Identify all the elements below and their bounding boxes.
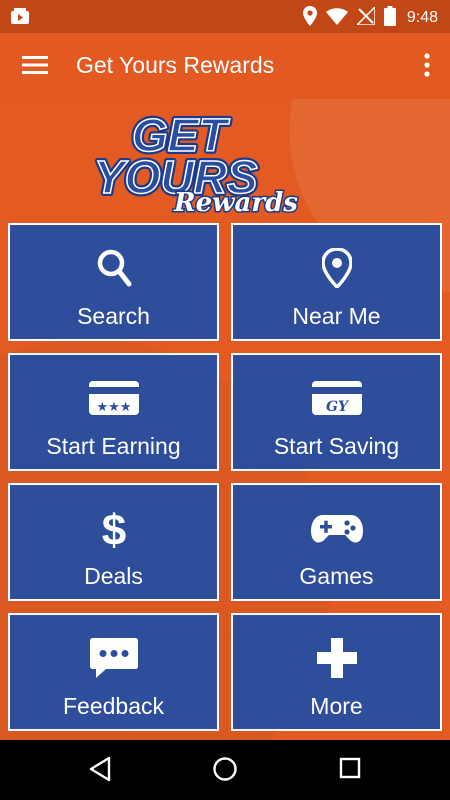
search-tile[interactable]: Search (8, 223, 219, 341)
gamepad-icon (310, 507, 363, 549)
location-status-icon (302, 6, 317, 30)
get-yours-rewards-logo: GET GET YOURS YOURS Rewards (90, 106, 340, 220)
status-bar: 9:48 (0, 0, 450, 33)
battery-icon (383, 6, 396, 30)
menu-grid: Search Near Me ★★★ Start Earning GY Star… (8, 223, 442, 731)
svg-text:$: $ (101, 507, 125, 549)
games-label: Games (299, 563, 374, 589)
app-bar: Get Yours Rewards (0, 33, 450, 99)
start-earning-label: Start Earning (46, 433, 181, 459)
chat-bubble-icon (89, 637, 138, 679)
wifi-icon (325, 7, 348, 29)
back-icon[interactable] (88, 756, 112, 786)
card-stars-icon: ★★★ (88, 377, 139, 419)
location-pin-icon (321, 247, 352, 289)
home-icon[interactable] (212, 756, 238, 786)
feedback-label: Feedback (62, 693, 164, 719)
near-me-tile[interactable]: Near Me (231, 223, 442, 341)
svg-text:Rewards: Rewards (173, 188, 298, 217)
games-tile[interactable]: Games (231, 483, 442, 601)
feedback-tile[interactable]: Feedback (8, 613, 219, 731)
overflow-menu-icon[interactable] (424, 53, 430, 81)
search-label: Search (77, 303, 150, 329)
start-earning-tile[interactable]: ★★★ Start Earning (8, 353, 219, 471)
more-tile[interactable]: More (231, 613, 442, 731)
svg-text:★★★: ★★★ (96, 400, 131, 415)
app-title: Get Yours Rewards (76, 52, 275, 78)
svg-text:GY: GY (326, 399, 350, 415)
dollar-icon: $ (99, 507, 129, 549)
no-signal-icon (355, 5, 376, 29)
status-time: 9:48 (406, 9, 438, 26)
near-me-label: Near Me (292, 303, 381, 329)
gy-card-icon: GY (311, 377, 362, 419)
more-label: More (310, 693, 363, 719)
recents-icon[interactable] (339, 756, 361, 784)
search-icon (96, 247, 132, 289)
start-saving-label: Start Saving (273, 433, 400, 459)
system-navigation-bar (0, 740, 450, 800)
hamburger-menu-icon[interactable] (22, 55, 48, 79)
main-content: GET GET YOURS YOURS Rewards Search Near … (0, 99, 450, 740)
start-saving-tile[interactable]: GY Start Saving (231, 353, 442, 471)
notification-app-icon (10, 7, 30, 29)
plus-icon (316, 637, 357, 679)
deals-label: Deals (84, 563, 143, 589)
deals-tile[interactable]: $ Deals (8, 483, 219, 601)
